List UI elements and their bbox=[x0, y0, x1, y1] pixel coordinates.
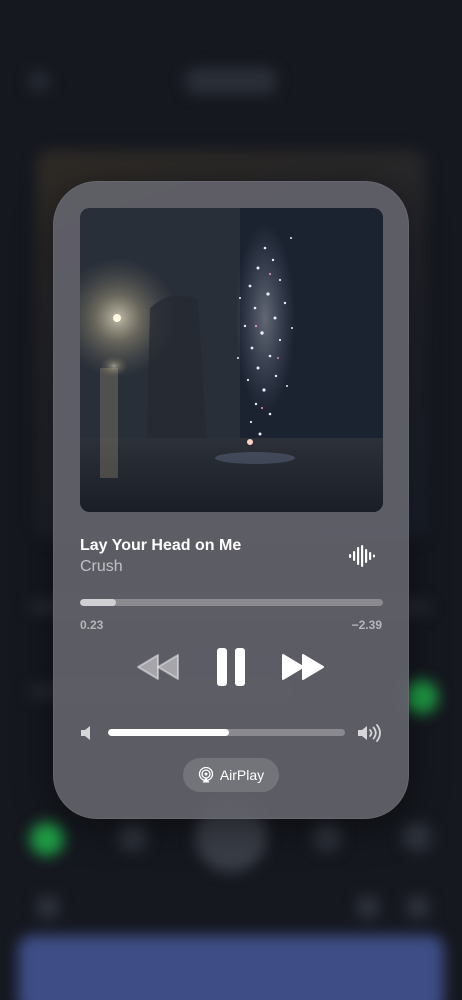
pause-button[interactable] bbox=[213, 647, 249, 687]
background-circle bbox=[402, 822, 432, 852]
album-artwork bbox=[80, 208, 383, 512]
fast-forward-icon bbox=[282, 654, 324, 680]
background-circle bbox=[356, 895, 380, 919]
speaker-low-icon bbox=[81, 726, 90, 740]
playback-progress-bar[interactable] bbox=[80, 599, 383, 606]
fast-forward-button[interactable] bbox=[281, 653, 325, 681]
airplay-icon bbox=[198, 767, 213, 783]
rewind-button[interactable] bbox=[136, 653, 180, 681]
background-green-dot bbox=[30, 822, 64, 856]
rewind-icon bbox=[137, 654, 179, 680]
background-circle bbox=[406, 895, 430, 919]
playback-progress-fill bbox=[80, 599, 117, 606]
airplay-button[interactable]: AirPlay bbox=[183, 758, 279, 792]
volume-slider-fill bbox=[108, 729, 229, 736]
remaining-time: −2.39 bbox=[351, 618, 382, 632]
background-green-dot bbox=[404, 680, 438, 714]
song-title: Lay Your Head on Me bbox=[80, 537, 242, 554]
pause-icon bbox=[217, 648, 245, 686]
background-circle bbox=[36, 895, 60, 919]
artist-name[interactable]: Crush bbox=[80, 558, 123, 576]
elapsed-time: 0.23 bbox=[80, 618, 104, 632]
airplay-label: AirPlay bbox=[219, 767, 265, 783]
background-title-shape bbox=[186, 68, 276, 94]
background-back-shape bbox=[28, 70, 50, 92]
screen: Lay Your Head on Me Crush 0.23 −2.39 Air… bbox=[0, 0, 462, 1000]
now-playing-card: Lay Your Head on Me Crush 0.23 −2.39 Air… bbox=[53, 181, 409, 819]
speaker-high-icon bbox=[358, 724, 381, 742]
background-circle bbox=[312, 822, 342, 852]
waveform-icon bbox=[349, 545, 375, 567]
background-circle bbox=[118, 822, 148, 852]
volume-slider[interactable] bbox=[108, 729, 345, 736]
background-bottom-card bbox=[18, 935, 444, 1000]
